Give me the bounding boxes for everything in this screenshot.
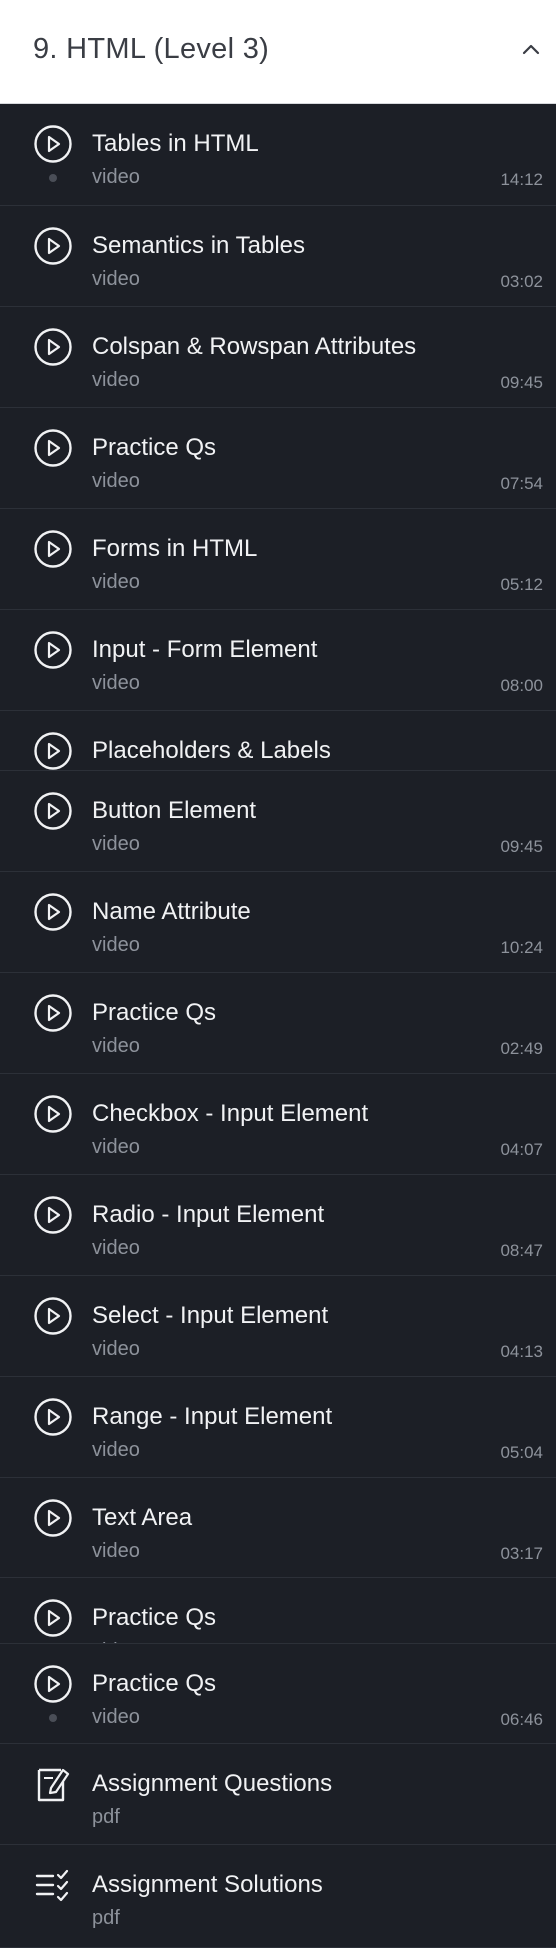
lesson-duration: 10:24 (500, 938, 543, 957)
lesson-title: Select - Input Element (92, 1302, 329, 1329)
play-circle-icon (33, 791, 73, 831)
lesson-type: video (92, 1540, 140, 1562)
assignment-document-icon (33, 1764, 73, 1804)
play-circle-icon (33, 1195, 73, 1235)
lesson-title: Input - Form Element (92, 636, 318, 663)
lesson-item[interactable]: Practice Qs video 06:46 (0, 1644, 556, 1744)
lesson-title: Assignment Questions (92, 1770, 333, 1797)
lesson-item[interactable]: Semantics in Tables video 03:02 (0, 206, 556, 307)
play-circle-icon (33, 630, 73, 670)
lesson-duration: 14:12 (500, 170, 543, 189)
lesson-item[interactable]: Name Attribute video 10:24 (0, 872, 556, 973)
lesson-type: pdf (92, 1806, 120, 1828)
chevron-up-icon[interactable] (522, 42, 540, 56)
lesson-item[interactable]: Select - Input Element video 04:13 (0, 1276, 556, 1377)
lesson-type: video (92, 571, 140, 593)
lesson-type: video (92, 470, 140, 492)
lesson-title: Radio - Input Element (92, 1201, 325, 1228)
play-circle-icon (33, 327, 73, 367)
lesson-item[interactable]: Input - Form Element video 08:00 (0, 610, 556, 711)
lesson-duration: 09:45 (500, 373, 543, 392)
lesson-title: Semantics in Tables (92, 232, 305, 259)
lesson-type: video (92, 1035, 140, 1057)
play-circle-icon (33, 124, 73, 164)
lesson-duration: 04:07 (500, 1140, 543, 1159)
lesson-type: video (92, 166, 140, 188)
play-circle-icon (33, 1598, 73, 1638)
progress-dot (49, 1714, 57, 1722)
lesson-duration: 04:13 (500, 1342, 543, 1361)
lesson-title: Practice Qs (92, 1604, 217, 1631)
lesson-type: video (92, 369, 140, 391)
play-circle-icon (33, 731, 73, 770)
lesson-title: Placeholders & Labels (92, 737, 331, 764)
lesson-title: Checkbox - Input Element (92, 1100, 369, 1127)
play-circle-icon (33, 993, 73, 1033)
lesson-duration: 08:47 (500, 1241, 543, 1260)
lesson-title: Forms in HTML (92, 535, 258, 562)
lesson-item[interactable]: Tables in HTML video 14:12 (0, 104, 556, 206)
lesson-item[interactable]: Text Area video 03:17 (0, 1478, 556, 1578)
lesson-item[interactable]: Practice Qs video 07:54 (0, 408, 556, 509)
play-circle-icon (33, 1094, 73, 1134)
lesson-type: video (92, 1136, 140, 1158)
lesson-type: video (92, 833, 140, 855)
lesson-title: Practice Qs (92, 1670, 217, 1697)
lesson-duration: 05:12 (500, 575, 543, 594)
lesson-item[interactable]: Practice Qsvideo06:46 (0, 1578, 556, 1644)
lesson-duration: 09:45 (500, 837, 543, 856)
progress-dot (49, 174, 57, 182)
lesson-duration: 07:54 (500, 474, 543, 493)
play-circle-icon (33, 1498, 73, 1538)
lesson-item[interactable]: Button Element video 09:45 (0, 771, 556, 872)
lesson-title: Assignment Solutions (92, 1871, 323, 1898)
lesson-type: video (92, 1237, 140, 1259)
lesson-duration: 06:46 (500, 1710, 543, 1729)
lesson-type: video (92, 934, 140, 956)
section-title: 9. HTML (Level 3) (33, 33, 270, 65)
lesson-type: video (92, 1706, 140, 1728)
checklist-icon (33, 1865, 73, 1905)
lesson-title: Name Attribute (92, 898, 251, 925)
lesson-title: Colspan & Rowspan Attributes (92, 333, 417, 360)
lesson-duration: 03:17 (500, 1544, 543, 1563)
play-circle-icon (33, 1296, 73, 1336)
lesson-type: video (92, 672, 140, 694)
lesson-item[interactable]: Practice Qs video 02:49 (0, 973, 556, 1074)
play-circle-icon (33, 1397, 73, 1437)
lesson-duration: 08:00 (500, 676, 543, 695)
lesson-title: Range - Input Element (92, 1403, 333, 1430)
lesson-duration: 03:02 (500, 272, 543, 291)
lesson-title: Button Element (92, 797, 257, 824)
play-circle-icon (33, 1664, 73, 1704)
play-circle-icon (33, 529, 73, 569)
lesson-item[interactable]: Range - Input Element video 05:04 (0, 1377, 556, 1478)
lesson-item[interactable]: Colspan & Rowspan Attributes video 09:45 (0, 307, 556, 408)
lesson-title: Tables in HTML (92, 130, 259, 157)
lesson-duration: 05:04 (500, 1443, 543, 1462)
lesson-type: video (92, 268, 140, 290)
lesson-item[interactable]: Checkbox - Input Element video 04:07 (0, 1074, 556, 1175)
lesson-title: Practice Qs (92, 434, 217, 461)
lesson-type: video (92, 1439, 140, 1461)
lesson-duration: 02:49 (500, 1039, 543, 1058)
play-circle-icon (33, 428, 73, 468)
section-header[interactable]: 9. HTML (Level 3) (0, 0, 556, 104)
lesson-title: Practice Qs (92, 999, 217, 1026)
play-circle-icon (33, 226, 73, 266)
lesson-item[interactable]: Radio - Input Element video 08:47 (0, 1175, 556, 1276)
lesson-type: video (92, 1338, 140, 1360)
lesson-item[interactable]: Assignment Solutions pdf (0, 1845, 556, 1948)
lesson-item[interactable]: Assignment Questions pdf (0, 1744, 556, 1845)
lesson-type: pdf (92, 1907, 120, 1929)
lesson-item[interactable]: Placeholders & Labelsvideo09:31 (0, 711, 556, 771)
lesson-title: Text Area (92, 1504, 193, 1531)
play-circle-icon (33, 892, 73, 932)
lesson-item[interactable]: Forms in HTML video 05:12 (0, 509, 556, 610)
